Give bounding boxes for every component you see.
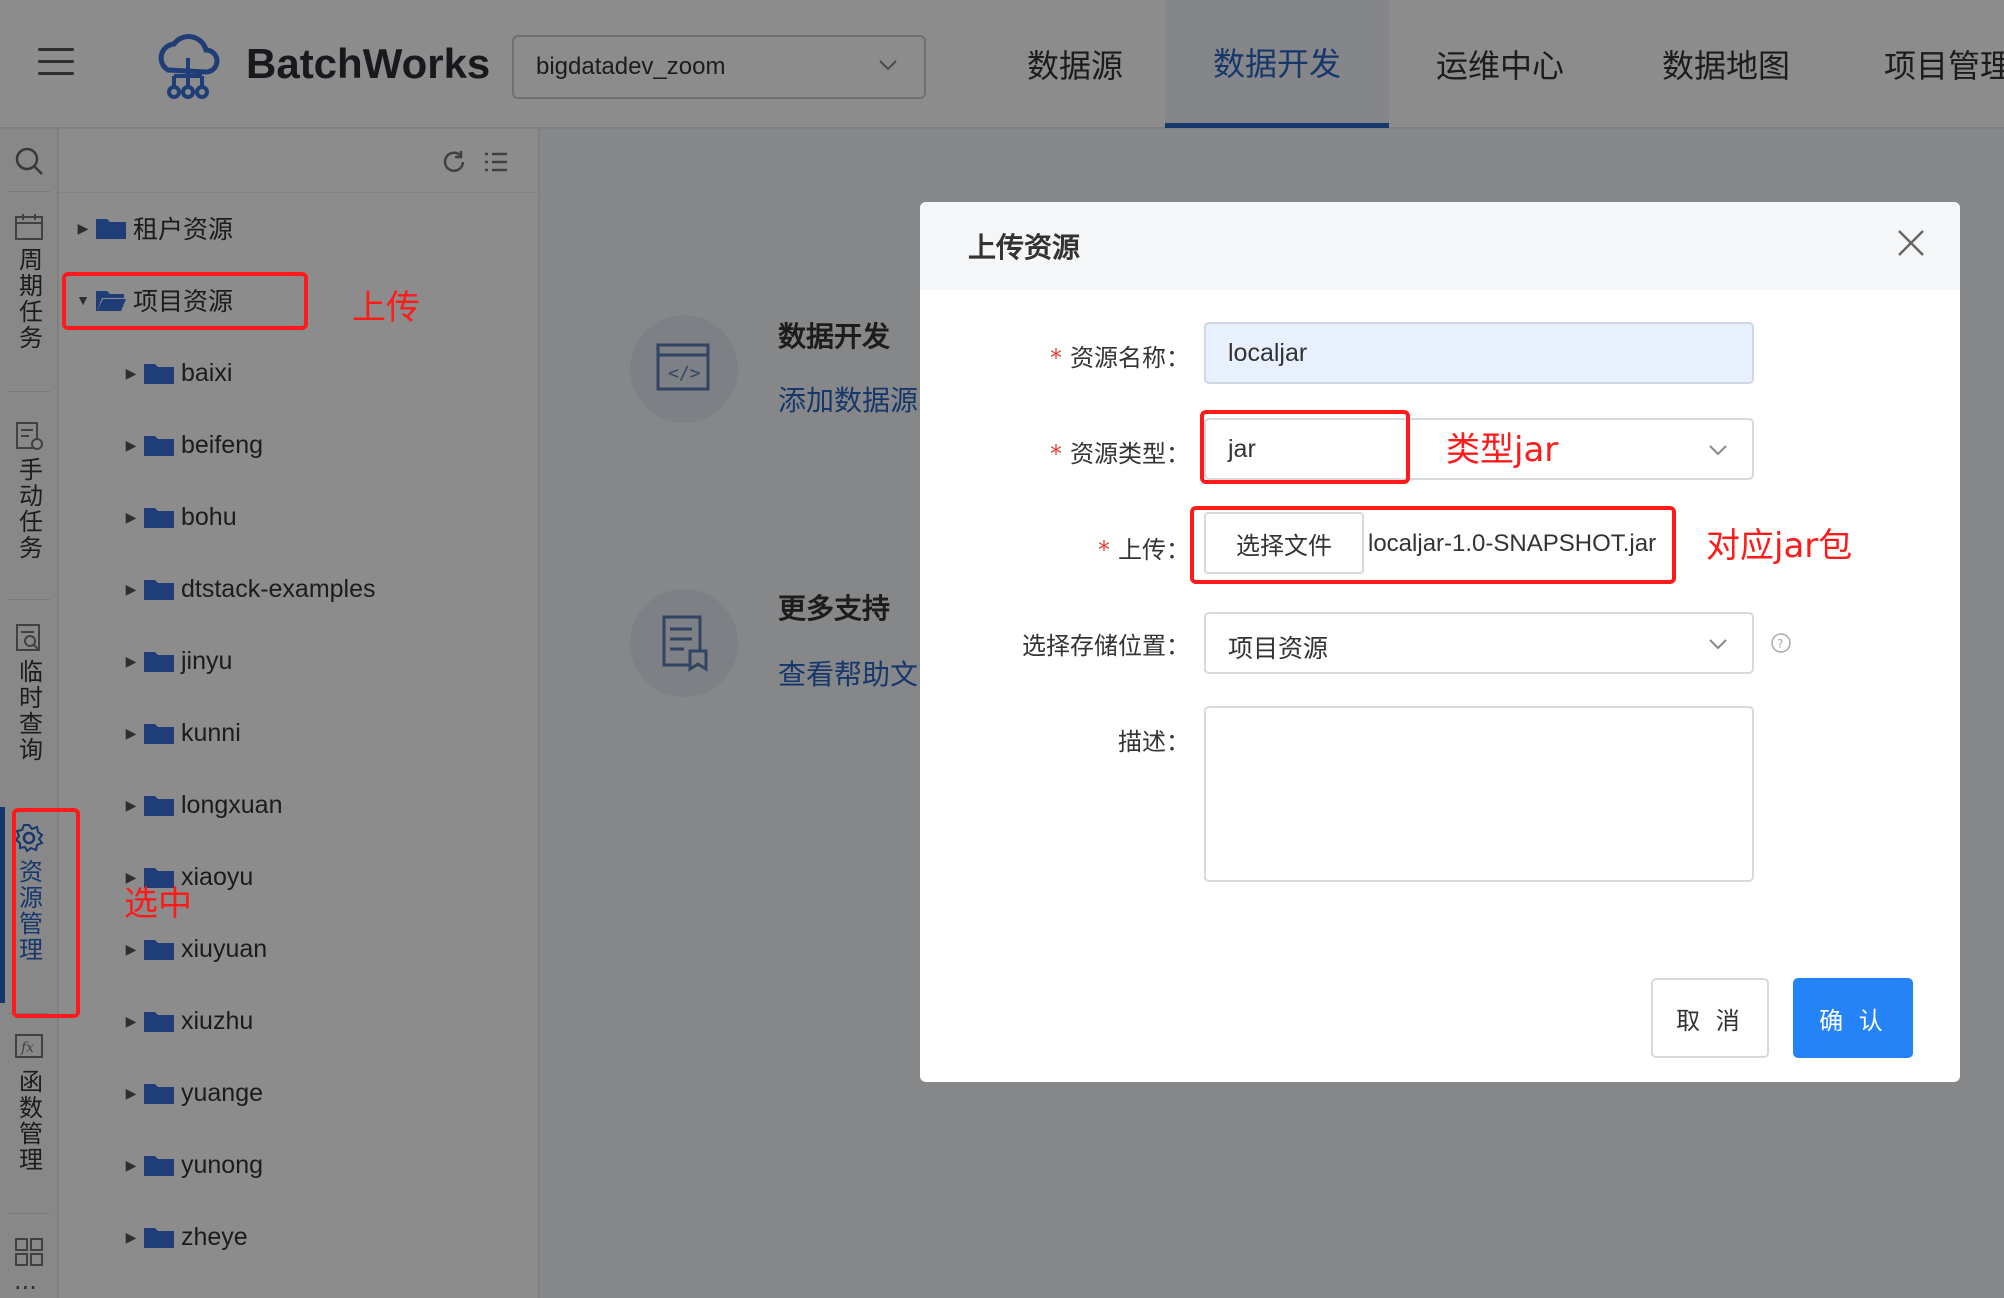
upload-resource-dialog: 上传资源 * 资源名称： * 资源类型： * 上传： 选择存储位置： 描述： loca…	[920, 202, 1960, 1082]
annotation-box-resource-mgmt	[12, 808, 80, 1018]
annotation-upload: 上传	[352, 288, 420, 328]
chevron-down-icon	[1709, 639, 1727, 650]
annotation-jar-package: 对应jar包	[1706, 526, 1853, 566]
resource-type-label: * 资源类型：	[1050, 440, 1190, 468]
svg-text:?: ?	[1777, 637, 1783, 651]
annotation-box-type	[1200, 410, 1410, 484]
storage-location-label: 选择存储位置：	[1022, 632, 1190, 660]
chevron-down-icon	[1709, 445, 1727, 456]
annotation-selected: 选中	[124, 884, 192, 924]
help-icon[interactable]: ?	[1770, 632, 1792, 654]
cancel-button[interactable]: 取 消	[1651, 978, 1769, 1058]
annotation-box-project-resource	[62, 272, 308, 330]
confirm-button[interactable]: 确 认	[1793, 978, 1913, 1058]
resource-name-value: localjar	[1228, 339, 1308, 367]
close-icon[interactable]	[1896, 228, 1926, 258]
storage-location-select[interactable]: 项目资源	[1204, 612, 1754, 674]
annotation-box-upload-file	[1190, 506, 1676, 584]
description-textarea[interactable]	[1204, 706, 1754, 882]
storage-location-value: 项目资源	[1228, 635, 1329, 663]
annotation-type-jar: 类型jar	[1446, 430, 1559, 470]
description-label: 描述：	[1118, 728, 1190, 756]
upload-label: * 上传：	[1098, 536, 1190, 564]
resource-name-input[interactable]: localjar	[1204, 322, 1754, 384]
resource-name-label: * 资源名称：	[1050, 344, 1190, 372]
form-labels: * 资源名称： * 资源类型： * 上传： 选择存储位置： 描述：	[920, 202, 1190, 1082]
